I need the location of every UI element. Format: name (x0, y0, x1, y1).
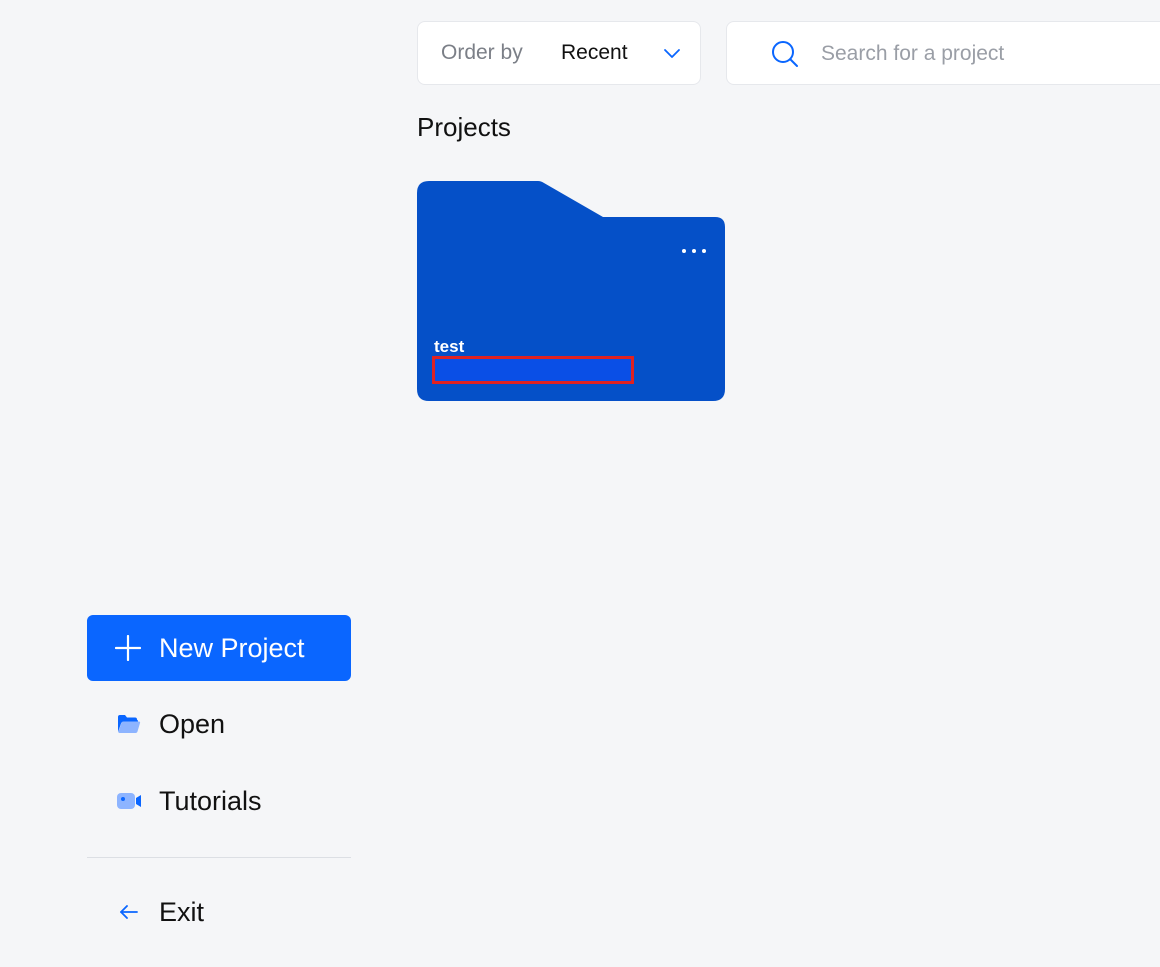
order-by-value: Recent (561, 41, 628, 64)
search-input[interactable] (821, 34, 1121, 74)
chevron-down-icon[interactable] (662, 44, 682, 64)
exit-button[interactable]: Exit (87, 884, 351, 940)
new-project-button[interactable]: New Project (87, 615, 351, 681)
exit-label: Exit (159, 896, 205, 927)
sidebar-divider (87, 857, 351, 858)
folder-open-icon (116, 711, 142, 737)
tutorials-button[interactable]: Tutorials (87, 773, 351, 829)
open-label: Open (159, 708, 226, 739)
open-button[interactable]: Open (87, 696, 351, 752)
plus-icon (115, 635, 141, 661)
search-box[interactable] (726, 21, 1160, 85)
new-project-label: New Project (159, 632, 305, 663)
order-by-label: Order by (441, 41, 523, 64)
arrow-left-icon (116, 899, 142, 925)
projects-heading: Projects (417, 112, 511, 142)
project-name: test (434, 337, 465, 356)
video-camera-icon (116, 788, 142, 814)
project-date-highlight (432, 356, 634, 384)
order-by-dropdown[interactable]: Order by Recent (417, 21, 701, 85)
project-card[interactable]: test (417, 181, 725, 401)
search-icon (772, 41, 798, 67)
tutorials-label: Tutorials (159, 785, 262, 816)
more-horizontal-icon[interactable] (679, 241, 709, 261)
